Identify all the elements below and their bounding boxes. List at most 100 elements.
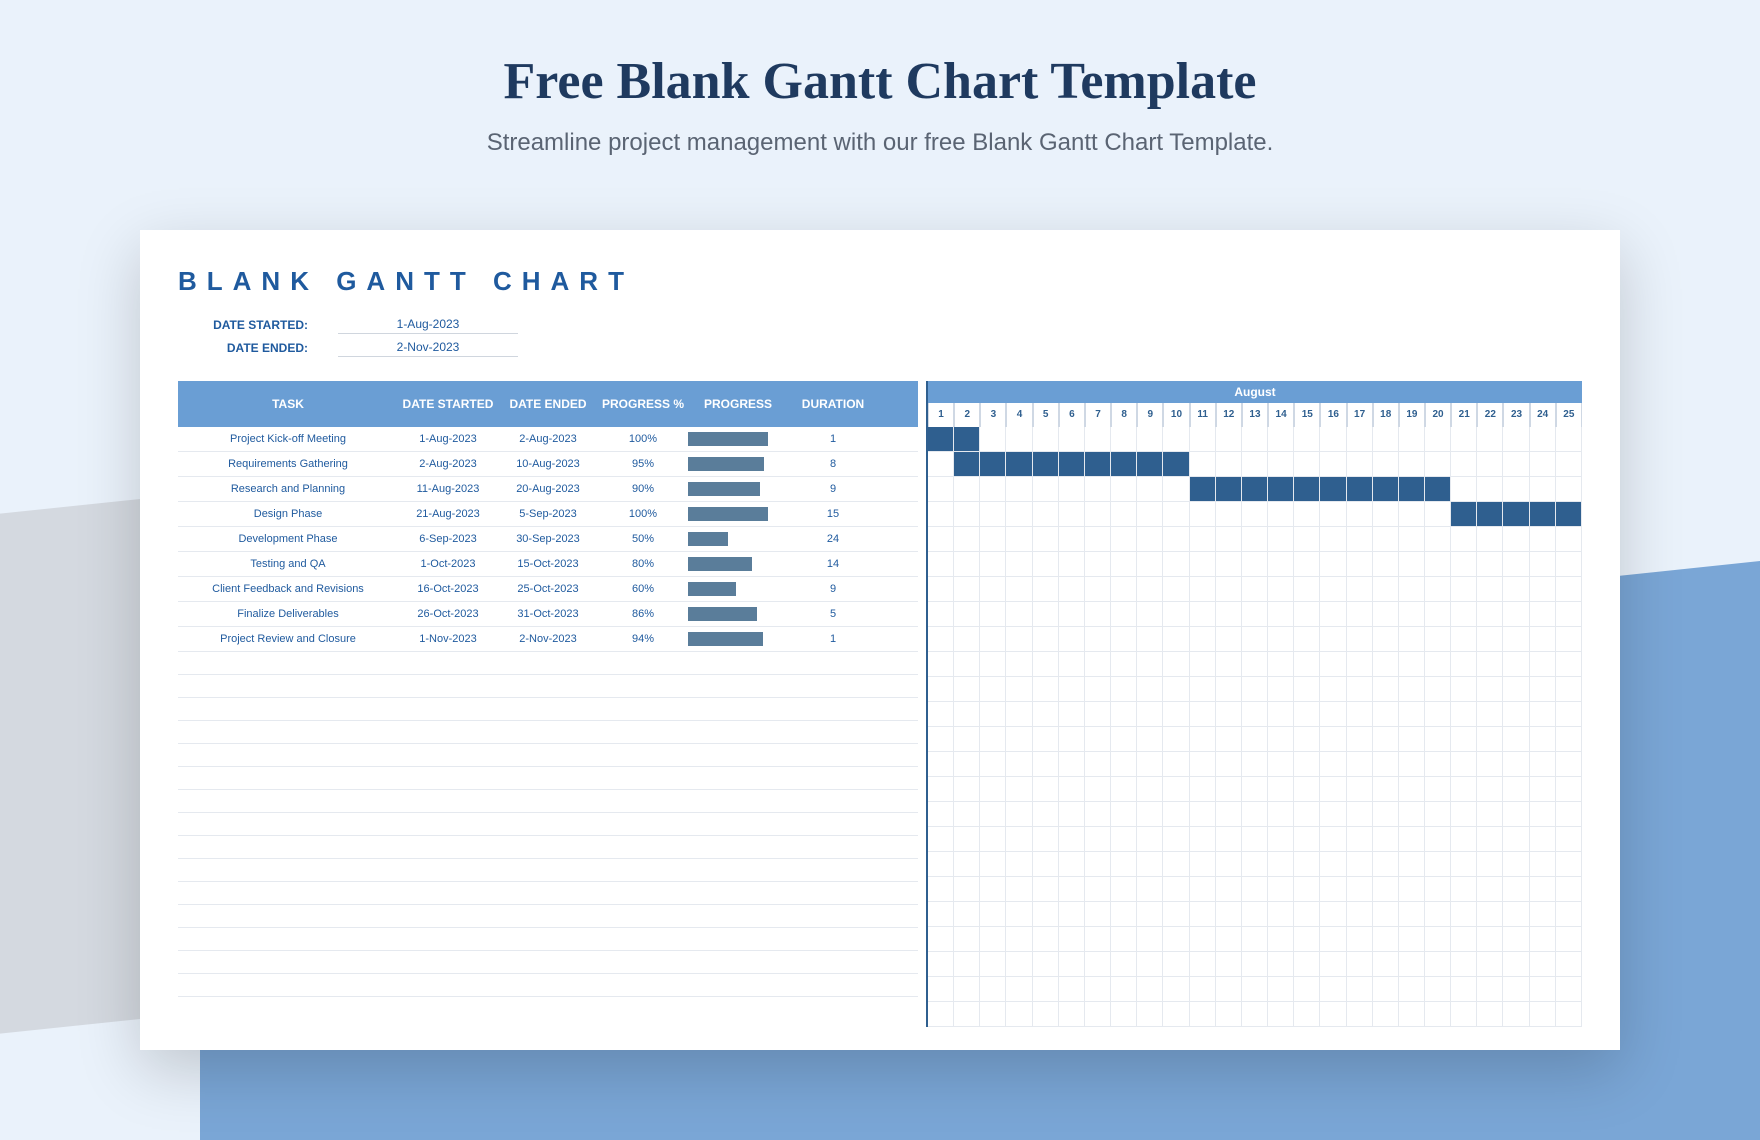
timeline-cell xyxy=(1425,852,1451,876)
timeline-row xyxy=(928,877,1582,902)
timeline-cell xyxy=(1006,602,1032,626)
timeline-cell xyxy=(980,752,1006,776)
timeline-cell xyxy=(1503,727,1529,751)
timeline-day: 17 xyxy=(1347,403,1373,427)
task-row-blank xyxy=(178,652,918,675)
timeline-cell xyxy=(1347,502,1373,526)
cell-duration: 24 xyxy=(788,533,878,545)
timeline-cell xyxy=(1033,502,1059,526)
meta-row-start: DATE STARTED: 1-Aug-2023 xyxy=(178,315,1582,334)
timeline-cell xyxy=(1399,652,1425,676)
timeline-cell xyxy=(1347,927,1373,951)
timeline-cell xyxy=(1137,877,1163,901)
timeline-cell xyxy=(1347,702,1373,726)
timeline-cell xyxy=(1268,502,1294,526)
timeline-cell xyxy=(1294,927,1320,951)
timeline-cell xyxy=(1503,577,1529,601)
task-row-blank xyxy=(178,905,918,928)
timeline-cell xyxy=(1451,577,1477,601)
timeline-cell xyxy=(928,502,954,526)
timeline-cell xyxy=(1006,477,1032,501)
timeline-cell xyxy=(1137,677,1163,701)
timeline-cell xyxy=(1425,677,1451,701)
timeline-cell xyxy=(1425,827,1451,851)
timeline-cell xyxy=(1556,502,1582,526)
timeline-cell xyxy=(1556,952,1582,976)
timeline-cell xyxy=(1006,502,1032,526)
timeline-cell xyxy=(1425,977,1451,1001)
cell-date-ended: 20-Aug-2023 xyxy=(498,483,598,495)
timeline-cell xyxy=(1059,627,1085,651)
timeline-cell xyxy=(1451,877,1477,901)
timeline-cell xyxy=(1373,927,1399,951)
cell-progress-pct: 95% xyxy=(598,458,688,470)
timeline-cell xyxy=(1242,902,1268,926)
timeline-cell xyxy=(1399,452,1425,476)
timeline-cell xyxy=(1530,877,1556,901)
timeline-cell xyxy=(928,977,954,1001)
timeline-cell xyxy=(954,802,980,826)
timeline-cell xyxy=(1556,552,1582,576)
timeline-cell xyxy=(1006,777,1032,801)
timeline-cell xyxy=(1294,602,1320,626)
timeline-cell xyxy=(1216,727,1242,751)
timeline-cell xyxy=(1190,427,1216,451)
timeline-cell xyxy=(1268,527,1294,551)
timeline-cell xyxy=(1530,752,1556,776)
timeline-cell xyxy=(1294,552,1320,576)
timeline-cell xyxy=(1503,852,1529,876)
timeline-cell xyxy=(1163,952,1189,976)
timeline-cell xyxy=(1451,652,1477,676)
timeline-cell xyxy=(1163,427,1189,451)
timeline-cell xyxy=(1111,727,1137,751)
timeline-cell xyxy=(1111,677,1137,701)
timeline-cell xyxy=(1320,677,1346,701)
timeline-cell xyxy=(954,852,980,876)
timeline-cell xyxy=(1059,427,1085,451)
timeline-cell xyxy=(1111,827,1137,851)
task-row-blank xyxy=(178,675,918,698)
timeline-cell xyxy=(1033,552,1059,576)
cell-task: Project Kick-off Meeting xyxy=(178,433,398,445)
timeline-row xyxy=(928,752,1582,777)
timeline-cell xyxy=(980,577,1006,601)
timeline-cell xyxy=(1268,652,1294,676)
timeline-cell xyxy=(1163,777,1189,801)
timeline-cell xyxy=(1268,777,1294,801)
timeline-cell xyxy=(928,1002,954,1026)
timeline-cell xyxy=(928,702,954,726)
timeline-cell xyxy=(1268,827,1294,851)
meta-value-end: 2-Nov-2023 xyxy=(338,338,518,357)
timeline-cell xyxy=(1556,1002,1582,1026)
timeline-cell xyxy=(1399,502,1425,526)
timeline-cell xyxy=(1399,552,1425,576)
timeline-cell xyxy=(1530,827,1556,851)
timeline-cell xyxy=(1477,752,1503,776)
timeline-cell xyxy=(1268,852,1294,876)
timeline-cell xyxy=(1451,527,1477,551)
timeline-cell xyxy=(1477,877,1503,901)
timeline-cell xyxy=(1347,552,1373,576)
task-table-header: TASK DATE STARTED DATE ENDED PROGRESS % … xyxy=(178,381,918,427)
timeline-cell xyxy=(1216,852,1242,876)
timeline-cell xyxy=(1477,977,1503,1001)
timeline-cell xyxy=(1477,852,1503,876)
timeline-cell xyxy=(1451,452,1477,476)
timeline-cell xyxy=(1137,1002,1163,1026)
timeline-cell xyxy=(1085,502,1111,526)
timeline-cell xyxy=(1242,727,1268,751)
timeline-cell xyxy=(1268,677,1294,701)
timeline-cell xyxy=(1556,877,1582,901)
timeline-cell xyxy=(1137,827,1163,851)
timeline-cell xyxy=(1556,602,1582,626)
timeline-cell xyxy=(980,877,1006,901)
timeline-cell xyxy=(1085,852,1111,876)
timeline-cell xyxy=(1347,1002,1373,1026)
timeline-cell xyxy=(1503,502,1529,526)
timeline-cell xyxy=(1294,852,1320,876)
timeline-cell xyxy=(1216,502,1242,526)
page-subtitle: Streamline project management with our f… xyxy=(0,129,1760,157)
timeline-cell xyxy=(1556,527,1582,551)
timeline-cell xyxy=(1425,927,1451,951)
timeline-cell xyxy=(1216,902,1242,926)
